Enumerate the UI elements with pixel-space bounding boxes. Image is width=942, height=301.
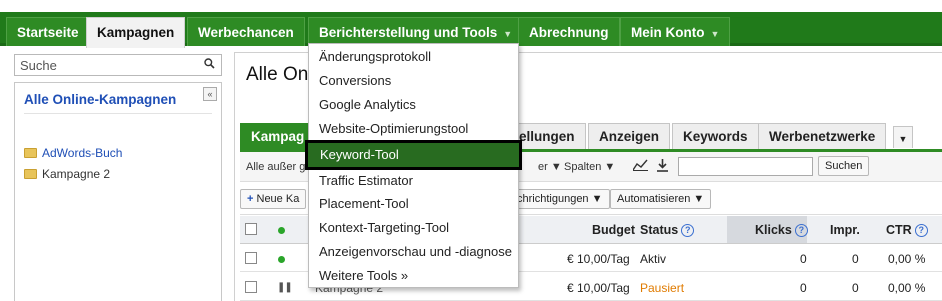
new-campaign-label: Neue Ka [256, 193, 300, 205]
more-tabs-button[interactable]: ▼ [893, 126, 913, 148]
sub-tab-label: Anzeigen [599, 129, 660, 144]
klicks-cell: 0 [800, 281, 807, 295]
menu-item-kontext-targeting-tool[interactable]: Kontext-Targeting-Tool [319, 218, 449, 238]
menu-item-weitere-tools[interactable]: Weitere Tools » [319, 266, 408, 286]
menu-item-conversions[interactable]: Conversions [319, 71, 391, 91]
segment-dropdown[interactable]: er ▼ [538, 161, 562, 173]
chevron-down-icon: ▼ [710, 29, 720, 39]
chart-icon[interactable] [632, 159, 648, 174]
new-campaign-button[interactable]: + Neue Ka [240, 189, 307, 209]
status-cell: Pausiert [640, 281, 685, 295]
menu-item-placement-tool[interactable]: Placement-Tool [319, 194, 409, 214]
campaign-item[interactable]: AdWords-Buch [24, 145, 122, 161]
column-label: Status [640, 223, 679, 237]
tab-abrechnung[interactable]: Abrechnung [518, 17, 620, 46]
tab-mein-konto[interactable]: Mein Konto ▼ [620, 17, 731, 46]
filter-dropdown[interactable]: Alle außer g [246, 161, 305, 173]
campaign-label: AdWords-Buch [42, 146, 123, 160]
tab-label: Startseite [17, 25, 79, 40]
row-checkbox[interactable] [245, 281, 257, 293]
columns-dropdown[interactable]: Spalten ▼ [564, 161, 615, 173]
active-status-icon [278, 256, 285, 263]
status-dot-icon [278, 227, 285, 234]
sub-tab-label: ellungen [519, 129, 575, 144]
tab-kampagnen[interactable]: Kampagnen [86, 17, 186, 48]
column-header-budget[interactable]: Budget [592, 223, 635, 237]
ctr-cell: 0,00 % [888, 252, 926, 266]
campaign-tree-panel: Alle Online-Kampagnen « AdWords-Buch Kam… [14, 82, 222, 301]
help-icon[interactable]: ? [794, 224, 808, 237]
campaign-label: Kampagne 2 [42, 167, 111, 181]
tab-anzeigen[interactable]: Anzeigen [588, 123, 671, 150]
automate-dropdown[interactable]: Automatisieren ▼ [610, 189, 712, 209]
table-search-input[interactable] [678, 157, 813, 176]
page-title: Alle Onl [246, 64, 313, 85]
help-icon[interactable]: ? [681, 224, 695, 237]
tab-berichterstellung-und-tools[interactable]: Berichterstellung und Tools ▼ [308, 17, 524, 46]
help-icon[interactable]: ? [914, 224, 928, 237]
chevron-down-icon: ▼ [898, 134, 908, 144]
sub-tab-label: Keywords [683, 129, 748, 144]
search-input[interactable]: Suche [14, 54, 222, 76]
sub-tab-label: Werbenetzwerke [769, 129, 876, 144]
search-icon[interactable] [204, 58, 215, 72]
column-header-status[interactable]: Status? [640, 223, 695, 237]
status-cell: Aktiv [640, 252, 667, 266]
plus-icon: + [247, 193, 254, 205]
menu-item-keyword-tool[interactable]: Keyword-Tool [305, 140, 522, 170]
tab-label: Abrechnung [529, 25, 609, 40]
column-label: Klicks [755, 223, 792, 237]
main-navigation: Startseite Kampagnen Werbechancen Berich… [0, 12, 942, 48]
menu-item-website-optimierungstool[interactable]: Website-Optimierungstool [319, 119, 468, 139]
menu-item-google-analytics[interactable]: Google Analytics [319, 95, 416, 115]
divider [24, 113, 212, 114]
menu-item-anzeigenvorschau[interactable]: Anzeigenvorschau und -diagnose [319, 242, 512, 262]
tab-label: Werbechancen [198, 25, 294, 40]
column-header-ctr[interactable]: CTR? [886, 223, 928, 237]
tab-startseite[interactable]: Startseite [6, 17, 90, 46]
column-label: CTR [886, 223, 912, 237]
tab-keywords[interactable]: Keywords [672, 123, 759, 150]
tab-label: Kampagnen [97, 25, 175, 40]
tab-werbechancen[interactable]: Werbechancen [187, 17, 305, 46]
folder-icon [24, 148, 37, 158]
tab-label: Berichterstellung und Tools [319, 25, 498, 40]
folder-icon [24, 169, 37, 179]
pause-icon: ❚❚ [277, 282, 293, 293]
search-button[interactable]: Suchen [818, 156, 870, 176]
tab-label: Mein Konto [631, 25, 705, 40]
row-checkbox[interactable] [245, 252, 257, 264]
campaign-item[interactable]: Kampagne 2 [24, 166, 110, 182]
select-all-checkbox[interactable] [245, 223, 257, 235]
all-campaigns-link[interactable]: Alle Online-Kampagnen [24, 92, 176, 107]
menu-item-traffic-estimator[interactable]: Traffic Estimator [319, 171, 413, 191]
impr-cell: 0 [852, 281, 859, 295]
search-placeholder: Suche [20, 58, 57, 73]
notifications-dropdown[interactable]: chrichtigungen ▼ [510, 189, 610, 209]
menu-item-aenderungsprotokoll[interactable]: Änderungsprotokoll [319, 47, 431, 67]
impr-cell: 0 [852, 252, 859, 266]
column-header-klicks[interactable]: Klicks? [755, 223, 808, 237]
collapse-sidebar-button[interactable]: « [203, 87, 217, 101]
chevron-down-icon: ▼ [503, 29, 513, 39]
klicks-cell: 0 [800, 252, 807, 266]
top-strip [0, 0, 942, 12]
budget-cell[interactable]: € 10,00/Tag [567, 281, 630, 295]
sub-tab-label: Kampag [251, 129, 305, 144]
budget-cell[interactable]: € 10,00/Tag [567, 252, 630, 266]
column-header-impr[interactable]: Impr. [830, 223, 860, 237]
ctr-cell: 0,00 % [888, 281, 926, 295]
sidebar: Suche Alle Online-Kampagnen « AdWords-Bu… [14, 52, 222, 301]
download-icon[interactable] [656, 159, 669, 175]
tab-werbenetzwerke[interactable]: Werbenetzwerke [758, 123, 887, 150]
reports-tools-menu: Änderungsprotokoll Conversions Google An… [305, 43, 522, 288]
